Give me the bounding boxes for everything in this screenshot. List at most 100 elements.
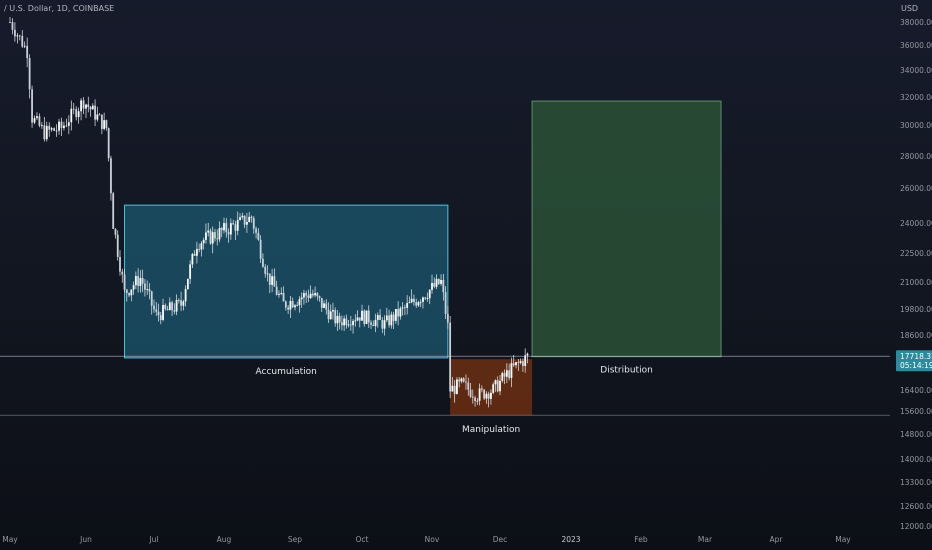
time-tick-label: Mar bbox=[698, 535, 713, 544]
price-chart[interactable]: Accumulation Manipulation Distribution 380… bbox=[0, 0, 932, 550]
chart-area[interactable]: Accumulation Manipulation Distribution 380… bbox=[0, 0, 932, 550]
candle-body bbox=[211, 232, 214, 244]
candle-body bbox=[141, 278, 144, 284]
candle-body bbox=[524, 355, 527, 366]
candle-body bbox=[146, 289, 149, 290]
candle-body bbox=[379, 315, 381, 320]
candle-body bbox=[363, 310, 366, 324]
candle-body bbox=[75, 109, 78, 118]
candle-body bbox=[440, 279, 442, 284]
candle-body bbox=[485, 393, 488, 399]
candle-body bbox=[316, 293, 319, 297]
candle-body bbox=[268, 273, 271, 285]
candle-body bbox=[483, 389, 486, 399]
candle-body bbox=[220, 228, 223, 231]
candle-body bbox=[202, 239, 205, 244]
time-tick-label: Sep bbox=[288, 535, 302, 544]
candle-body bbox=[453, 385, 456, 394]
candle-body bbox=[162, 304, 164, 320]
candle-body bbox=[401, 307, 404, 309]
candle-body bbox=[171, 302, 173, 311]
candle-body bbox=[72, 108, 75, 110]
candle-body bbox=[14, 29, 16, 37]
candle-body bbox=[23, 45, 26, 47]
candle-body bbox=[415, 302, 418, 306]
candle-body bbox=[155, 309, 158, 312]
candle-body bbox=[442, 279, 445, 293]
price-tick-label: 19800.00 bbox=[900, 305, 932, 314]
candle-body bbox=[28, 58, 31, 90]
candle-body bbox=[458, 379, 461, 382]
candle-body bbox=[422, 297, 424, 302]
price-tick-label: 16400.00 bbox=[900, 386, 932, 395]
manipulation-label: Manipulation bbox=[462, 425, 520, 435]
candle-body bbox=[490, 392, 492, 399]
candle-body bbox=[184, 289, 187, 302]
price-lines-layer bbox=[0, 355, 890, 416]
candle-body bbox=[31, 89, 33, 123]
candle-body bbox=[428, 289, 431, 299]
candle-body bbox=[91, 105, 94, 110]
candle-body bbox=[456, 379, 458, 394]
candle-body bbox=[60, 121, 63, 129]
candle-body bbox=[388, 315, 390, 326]
candle-body bbox=[191, 253, 194, 265]
candle-body bbox=[89, 106, 92, 110]
price-tick-label: 36000.00 bbox=[900, 41, 932, 50]
candle-body bbox=[361, 310, 363, 321]
candle-body bbox=[164, 304, 167, 309]
candle-body bbox=[207, 230, 210, 233]
candle-body bbox=[296, 304, 299, 306]
candle-body bbox=[257, 232, 260, 240]
candle-body bbox=[175, 299, 178, 312]
candle-body bbox=[519, 361, 522, 363]
price-tick-label: 12000.00 bbox=[900, 522, 932, 531]
candle-body bbox=[229, 223, 232, 235]
candle-body bbox=[503, 373, 506, 377]
price-tick-label: 14800.00 bbox=[900, 430, 932, 439]
accumulation-zone bbox=[124, 204, 449, 359]
candle-body bbox=[150, 291, 153, 306]
candle-body bbox=[43, 125, 46, 140]
price-tick-label: 24000.00 bbox=[900, 219, 932, 228]
candle-body bbox=[234, 224, 237, 231]
candle-body bbox=[385, 315, 388, 321]
candle-body bbox=[354, 320, 357, 322]
time-tick-label: Nov bbox=[425, 535, 440, 544]
candle-body bbox=[476, 400, 479, 402]
candle-body bbox=[128, 293, 130, 296]
time-tick-label: Aug bbox=[217, 535, 232, 544]
candle-body bbox=[508, 370, 511, 378]
candle-body bbox=[284, 301, 287, 308]
candle-body bbox=[125, 289, 128, 294]
candle-body bbox=[189, 264, 192, 279]
candle-body bbox=[449, 322, 452, 392]
candle-body bbox=[144, 283, 146, 290]
candle-body bbox=[282, 292, 285, 302]
candle-body bbox=[94, 105, 96, 120]
candle-body bbox=[471, 396, 474, 398]
candle-body bbox=[139, 278, 142, 286]
candle-body bbox=[177, 299, 180, 301]
candle-body bbox=[469, 389, 472, 397]
candle-body bbox=[103, 120, 106, 129]
candle-body bbox=[85, 104, 87, 109]
time-tick-label: Feb bbox=[634, 535, 648, 544]
candle-body bbox=[55, 130, 58, 132]
price-badge: 17718.3105:14:19 bbox=[896, 350, 932, 372]
candle-body bbox=[278, 293, 280, 295]
candle-body bbox=[130, 289, 133, 296]
candle-body bbox=[300, 297, 303, 300]
candle-body bbox=[437, 278, 440, 284]
candle-body bbox=[132, 285, 135, 290]
candle-body bbox=[305, 293, 308, 296]
time-tick-label: Jul bbox=[148, 535, 158, 544]
candle-body bbox=[239, 217, 241, 220]
accumulation-label: Accumulation bbox=[256, 367, 317, 377]
candle-body bbox=[356, 317, 359, 321]
candle-body bbox=[186, 278, 189, 290]
candle-body bbox=[419, 301, 422, 303]
candle-body bbox=[157, 311, 160, 316]
candle-body bbox=[338, 315, 341, 323]
candle-body bbox=[298, 299, 301, 305]
